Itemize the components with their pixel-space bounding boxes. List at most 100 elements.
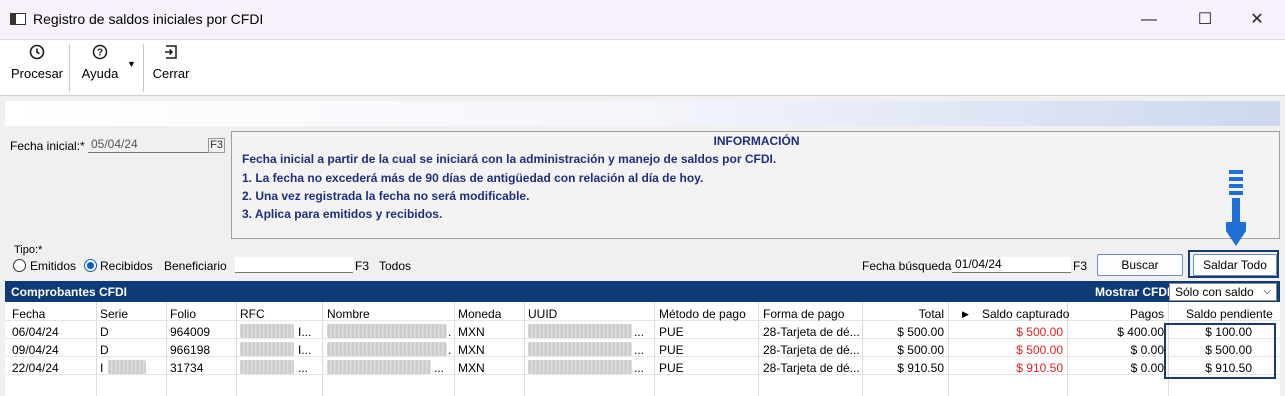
tipo-label: Tipo:* <box>14 244 43 256</box>
saldo-pendiente-highlight <box>1164 323 1276 379</box>
toolbar: Procesar ? Ayuda ▼ Cerrar <box>0 40 1285 96</box>
redacted-nombre <box>327 324 447 338</box>
info-line: 2. Una vez registrada la fecha no será m… <box>242 189 530 203</box>
help-icon: ? <box>76 44 124 66</box>
table-cell-saldo-capturado[interactable]: $ 910.50 <box>952 361 1063 375</box>
table-cell-folio[interactable]: 966198 <box>170 343 210 357</box>
beneficiario-input[interactable] <box>235 257 353 273</box>
app-icon <box>10 13 26 25</box>
info-line: 1. La fecha no excederá más de 90 días d… <box>242 171 704 185</box>
column-header-fecha[interactable]: Fecha <box>12 307 45 321</box>
redacted-rfc <box>240 360 294 374</box>
table-cell-total[interactable]: $ 500.00 <box>866 343 944 357</box>
table-cell-folio[interactable]: 964009 <box>170 325 210 339</box>
table-cell-rfc[interactable]: I... <box>298 343 311 357</box>
table-cell-uuid[interactable]: ... <box>634 343 644 357</box>
table-cell-pagos[interactable]: $ 400.00 <box>1071 325 1164 339</box>
procesar-button[interactable]: Procesar <box>8 44 66 92</box>
fecha-busqueda-input[interactable]: 01/04/24 <box>952 257 1071 273</box>
table-cell-metodo[interactable]: PUE <box>659 361 684 375</box>
table-cell-serie[interactable]: D <box>100 325 109 339</box>
recibidos-radio[interactable] <box>84 259 97 272</box>
table-cell-serie[interactable]: D <box>100 343 109 357</box>
table-cell-nombre[interactable]: . <box>448 325 451 339</box>
emitidos-radio[interactable] <box>13 259 26 272</box>
table-cell-pagos[interactable]: $ 0.00 <box>1071 361 1164 375</box>
redacted-uuid <box>528 360 632 374</box>
mostrar-cfdi-select[interactable]: Sólo con saldo ⌵ <box>1169 283 1277 301</box>
fecha-inicial-f3-button[interactable]: F3 <box>208 138 225 153</box>
mostrar-cfdi-value: Sólo con saldo <box>1175 285 1254 299</box>
table-cell-fecha[interactable]: 22/04/24 <box>12 361 59 375</box>
buscar-button[interactable]: Buscar <box>1097 254 1183 276</box>
column-header-pagos[interactable]: Pagos <box>1071 307 1164 321</box>
column-header-uuid[interactable]: UUID <box>528 307 557 321</box>
info-line: Fecha inicial a partir de la cual se ini… <box>242 152 777 166</box>
cerrar-button[interactable]: Cerrar <box>150 44 192 92</box>
column-header-moneda[interactable]: Moneda <box>458 307 501 321</box>
table-cell-saldo-capturado[interactable]: $ 500.00 <box>952 343 1063 357</box>
table-cell-total[interactable]: $ 910.50 <box>866 361 944 375</box>
table-cell-fecha[interactable]: 06/04/24 <box>12 325 59 339</box>
toolbar-divider <box>143 44 144 92</box>
header-band <box>5 101 1280 126</box>
cerrar-label: Cerrar <box>152 66 190 81</box>
column-header-saldo-pendiente[interactable]: Saldo pendiente <box>1186 307 1273 321</box>
arrow-down-icon <box>1226 170 1246 246</box>
table-cell-folio[interactable]: 31734 <box>170 361 203 375</box>
table-cell-fecha[interactable]: 09/04/24 <box>12 343 59 357</box>
fecha-inicial-input[interactable]: 05/04/24 <box>88 137 208 153</box>
beneficiario-f3-button[interactable]: F3 <box>355 259 369 273</box>
ayuda-label: Ayuda <box>81 66 119 81</box>
table-cell-moneda[interactable]: MXN <box>458 361 485 375</box>
table-cell-uuid[interactable]: ... <box>634 361 644 375</box>
exit-icon <box>150 44 192 66</box>
title-bar: Registro de saldos iniciales por CFDI — … <box>0 0 1285 40</box>
table-cell-forma[interactable]: 28-Tarjeta de dé... <box>763 325 860 339</box>
table-cell-metodo[interactable]: PUE <box>659 343 684 357</box>
column-header-total[interactable]: Total <box>866 307 944 321</box>
emitidos-label[interactable]: Emitidos <box>30 259 76 273</box>
ayuda-dropdown-icon[interactable]: ▼ <box>127 59 136 69</box>
table-cell-total[interactable]: $ 500.00 <box>866 325 944 339</box>
redacted-nombre <box>327 360 431 374</box>
column-header-forma-pago[interactable]: Forma de pago <box>763 307 844 321</box>
beneficiario-label: Beneficiario <box>164 259 227 273</box>
table-cell-forma[interactable]: 28-Tarjeta de dé... <box>763 343 860 357</box>
fecha-busqueda-f3-button[interactable]: F3 <box>1073 259 1087 273</box>
grid-title-bar: Comprobantes CFDI Mostrar CFDI <box>5 281 1280 302</box>
table-cell-rfc[interactable]: ... <box>298 361 308 375</box>
column-header-saldo-capturado[interactable]: Saldo capturado <box>982 307 1069 321</box>
maximize-button[interactable]: ☐ <box>1182 6 1228 34</box>
table-cell-forma[interactable]: 28-Tarjeta de dé... <box>763 361 860 375</box>
table-cell-metodo[interactable]: PUE <box>659 325 684 339</box>
table-cell-serie[interactable]: I <box>100 361 103 375</box>
minimize-button[interactable]: — <box>1126 6 1172 34</box>
info-title: INFORMACIÓN <box>713 134 800 148</box>
redacted-uuid <box>528 324 632 338</box>
column-header-nombre[interactable]: Nombre <box>327 307 370 321</box>
table-cell-moneda[interactable]: MXN <box>458 325 485 339</box>
recibidos-label[interactable]: Recibidos <box>100 259 153 273</box>
fecha-busqueda-label: Fecha búsqueda <box>862 259 952 273</box>
window-title: Registro de saldos iniciales por CFDI <box>33 11 264 27</box>
close-button[interactable]: ✕ <box>1234 6 1280 34</box>
table-cell-saldo-capturado[interactable]: $ 500.00 <box>952 325 1063 339</box>
column-header-metodo-pago[interactable]: Método de pago <box>659 307 746 321</box>
redacted-nombre <box>327 342 447 356</box>
redacted-uuid <box>528 342 632 356</box>
info-line: 3. Aplica para emitidos y recibidos. <box>242 207 443 221</box>
table-cell-nombre[interactable]: . <box>448 343 451 357</box>
column-header-serie[interactable]: Serie <box>100 307 128 321</box>
grid-title: Comprobantes CFDI <box>11 285 128 299</box>
ayuda-button[interactable]: ? Ayuda <box>76 44 124 92</box>
column-header-rfc[interactable]: RFC <box>240 307 265 321</box>
svg-text:?: ? <box>97 48 103 59</box>
table-cell-pagos[interactable]: $ 0.00 <box>1071 343 1164 357</box>
column-header-folio[interactable]: Folio <box>170 307 196 321</box>
table-cell-rfc[interactable]: I... <box>298 325 311 339</box>
table-cell-uuid[interactable]: ... <box>634 325 644 339</box>
redacted-serie <box>108 360 146 374</box>
table-cell-moneda[interactable]: MXN <box>458 343 485 357</box>
table-cell-nombre[interactable]: ... <box>434 361 444 375</box>
